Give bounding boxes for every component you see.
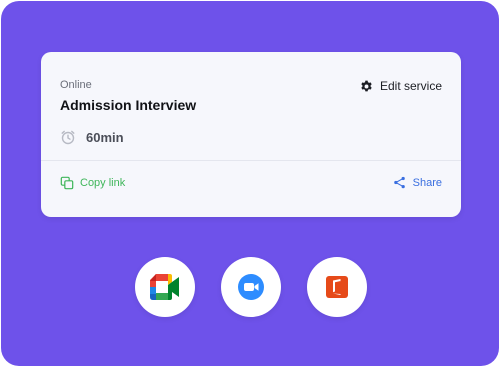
location-tag: Online: [60, 79, 92, 91]
share-icon: [393, 176, 405, 189]
service-title: Admission Interview: [60, 97, 197, 113]
microsoft-office-button[interactable]: [307, 257, 367, 317]
share-button[interactable]: Share: [393, 176, 442, 189]
copy-icon: [60, 176, 74, 190]
service-card: Online Admission Interview 60min Edit se…: [41, 52, 461, 217]
google-meet-icon: [150, 274, 179, 300]
card-divider: [41, 160, 461, 161]
zoom-button[interactable]: [221, 257, 281, 317]
gear-icon: [361, 80, 372, 91]
duration: 60min: [60, 128, 124, 146]
duration-value: 60min: [86, 129, 124, 145]
copy-link-label: Copy link: [80, 177, 126, 189]
zoom-icon: [238, 274, 264, 300]
alarm-clock-icon: [61, 130, 75, 145]
background-panel: Online Admission Interview 60min Edit se…: [1, 1, 499, 366]
edit-service-label: Edit service: [379, 79, 442, 93]
google-meet-button[interactable]: [135, 257, 195, 317]
copy-link-button[interactable]: Copy link: [60, 176, 125, 190]
office-icon: [326, 276, 348, 298]
service-card-header: Online Admission Interview 60min Edit se…: [41, 52, 461, 160]
share-label: Share: [412, 176, 442, 189]
edit-service-button[interactable]: Edit service: [360, 79, 442, 93]
